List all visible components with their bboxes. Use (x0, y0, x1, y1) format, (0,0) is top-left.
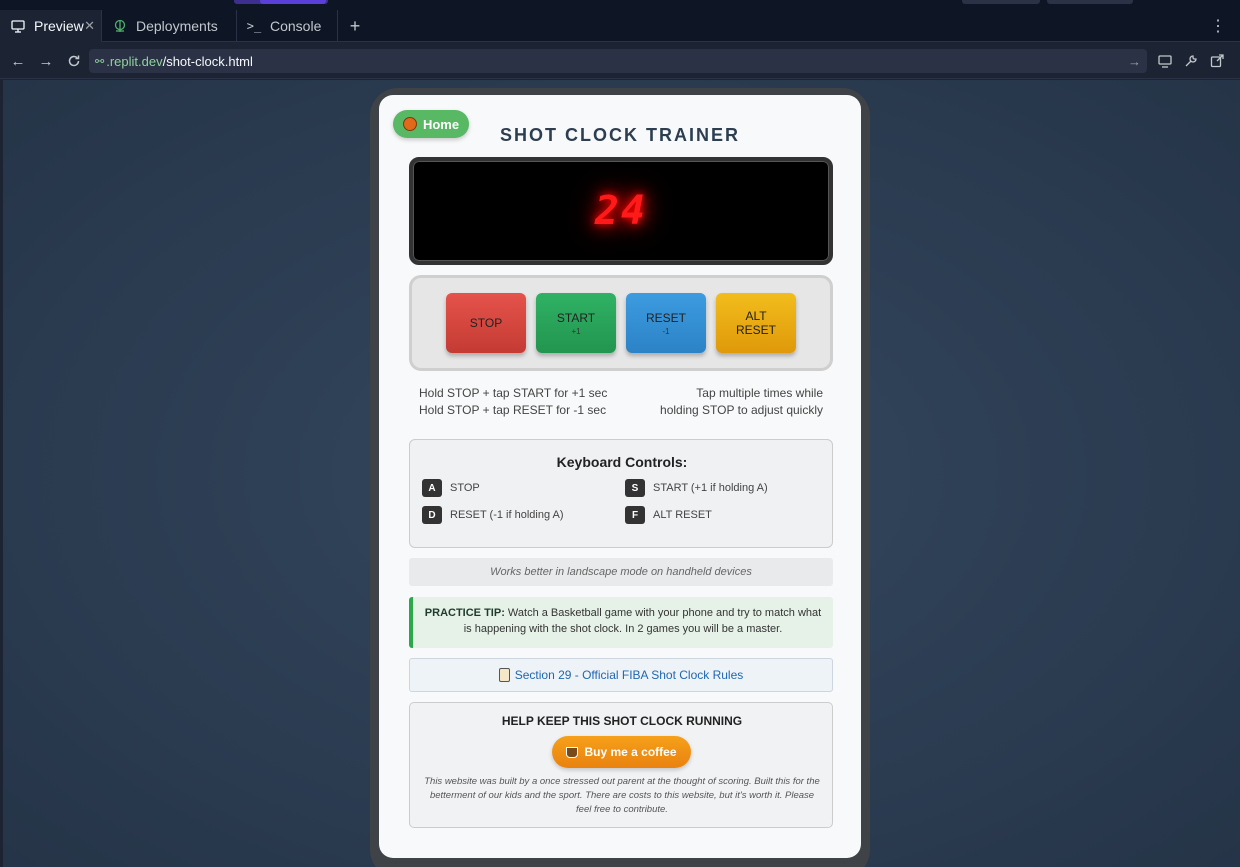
tab-preview[interactable]: Preview ✕ (0, 10, 102, 42)
practice-tip-text: Watch a Basketball game with your phone … (463, 607, 822, 635)
clipboard-icon (498, 668, 510, 682)
alt-reset-label-line1: ALT (745, 309, 767, 323)
start-label: START (556, 310, 596, 325)
coffee-cup-icon (566, 746, 579, 758)
preview-viewport: Home SHOT CLOCK TRAINER 24 STOP START +1… (3, 80, 1240, 867)
key-label: RESET (-1 if holding A) (450, 509, 564, 521)
support-panel: HELP KEEP THIS SHOT CLOCK RUNNING Buy me… (409, 702, 833, 828)
reset-button[interactable]: RESET -1 (626, 293, 706, 353)
stop-label: STOP (469, 316, 503, 330)
url-domain: .replit.dev (106, 53, 163, 69)
keyboard-controls-title: Keyboard Controls: (556, 454, 688, 470)
shot-clock-display: 24 (409, 157, 833, 265)
url-field[interactable]: ⚯ .replit.dev /shot-clock.html → (89, 49, 1147, 73)
keyboard-controls-panel: Keyboard Controls: A STOP S START (+1 if… (409, 439, 833, 548)
adjust-hint-left: Hold STOP + tap START for +1 sec Hold ST… (419, 385, 639, 419)
start-sub-label: +1 (571, 326, 581, 336)
reload-icon[interactable] (64, 51, 84, 71)
device-icon[interactable] (1156, 52, 1174, 70)
reset-label: RESET (645, 310, 686, 325)
top-strip (0, 0, 1240, 10)
phone-frame: Home SHOT CLOCK TRAINER 24 STOP START +1… (370, 88, 870, 867)
app-card: Home SHOT CLOCK TRAINER 24 STOP START +1… (379, 95, 861, 858)
go-arrow-icon[interactable]: → (1128, 54, 1141, 69)
tab-deployments-label: Deployments (136, 18, 218, 34)
tab-console[interactable]: >_ Console (238, 10, 338, 42)
add-tab-icon[interactable]: + (344, 10, 366, 42)
close-icon[interactable]: ✕ (84, 18, 95, 34)
key-cap: A (422, 479, 442, 497)
key-cap: D (422, 506, 442, 524)
tab-deployments[interactable]: Deployments (103, 10, 237, 42)
rocket-icon (112, 18, 128, 34)
link-icon: ⚯ (95, 55, 105, 68)
wrench-icon[interactable] (1182, 52, 1200, 70)
key-cap: S (625, 479, 645, 497)
control-button-panel: STOP START +1 RESET -1 ALT RESET (409, 275, 833, 371)
key-label: STOP (450, 482, 480, 494)
url-path: /shot-clock.html (162, 53, 253, 69)
top-strip-button[interactable] (1047, 0, 1133, 4)
more-options-icon[interactable]: ⋮ (1208, 10, 1228, 42)
coffee-button-label: Buy me a coffee (584, 745, 677, 759)
support-title: HELP KEEP THIS SHOT CLOCK RUNNING (501, 714, 743, 728)
top-strip-indicator (234, 0, 328, 4)
practice-tip: PRACTICE TIP: Watch a Basketball game wi… (409, 597, 833, 648)
fiba-rules-link-text: Section 29 - Official FIBA Shot Clock Ru… (514, 668, 744, 682)
adjust-hint-right: Tap multiple times while holding STOP to… (629, 385, 823, 419)
page-title: SHOT CLOCK TRAINER (500, 125, 740, 145)
clock-digits: 24 (594, 188, 648, 234)
stop-button[interactable]: STOP (446, 293, 526, 353)
alt-reset-label-line2: RESET (735, 323, 776, 337)
hint-line: Hold STOP + tap START for +1 sec (419, 386, 608, 400)
keyboard-item: D RESET (-1 if holding A) (422, 506, 564, 524)
buy-me-a-coffee-button[interactable]: Buy me a coffee (552, 736, 691, 768)
key-label: ALT RESET (653, 509, 712, 521)
forward-arrow-icon[interactable]: → (36, 51, 56, 71)
top-strip-button[interactable] (962, 0, 1040, 4)
alt-reset-button[interactable]: ALT RESET (716, 293, 796, 353)
start-button[interactable]: START +1 (536, 293, 616, 353)
back-arrow-icon[interactable]: ← (8, 51, 28, 71)
tab-console-label: Console (270, 18, 322, 34)
terminal-icon: >_ (246, 19, 262, 33)
keyboard-item: A STOP (422, 479, 480, 497)
address-bar-row: ← → ⚯ .replit.dev /shot-clock.html → (0, 43, 1240, 79)
key-label: START (+1 if holding A) (653, 482, 768, 494)
tab-preview-label: Preview (34, 18, 84, 34)
reset-sub-label: -1 (662, 326, 670, 336)
support-text: This website was built by a once stresse… (424, 776, 820, 815)
fiba-rules-link[interactable]: Section 29 - Official FIBA Shot Clock Ru… (409, 658, 833, 692)
monitor-icon (10, 18, 26, 34)
landscape-note: Works better in landscape mode on handhe… (409, 558, 833, 586)
hint-line: Tap multiple times while (696, 386, 823, 400)
tab-bar: Preview ✕ Deployments >_ Console + ⋮ (0, 10, 1240, 42)
hint-line: Hold STOP + tap RESET for -1 sec (419, 403, 607, 417)
practice-tip-label: PRACTICE TIP: (424, 607, 505, 619)
keyboard-item: F ALT RESET (625, 506, 712, 524)
open-external-icon[interactable] (1208, 52, 1226, 70)
keyboard-item: S START (+1 if holding A) (625, 479, 768, 497)
hint-line: holding STOP to adjust quickly (660, 403, 823, 417)
key-cap: F (625, 506, 645, 524)
